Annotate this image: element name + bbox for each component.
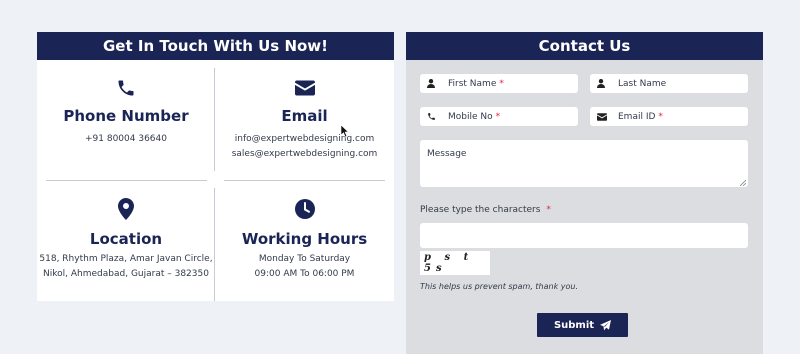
horizontal-divider	[224, 180, 385, 181]
captcha-label-text: Please type the characters	[420, 205, 541, 215]
user-icon	[427, 79, 439, 88]
mobile-placeholder: Mobile No	[448, 111, 493, 122]
contact-info-heading: Get In Touch With Us Now!	[37, 32, 394, 60]
captcha-input[interactable]	[420, 223, 748, 248]
phone-icon	[427, 112, 439, 121]
email-field[interactable]: Email ID *	[590, 107, 748, 126]
contact-form-panel: Contact Us First Name * Last Name Mobile…	[406, 32, 763, 354]
first-name-field[interactable]: First Name *	[420, 74, 578, 93]
envelope-icon	[294, 77, 315, 99]
hours-days: Monday To Saturday	[258, 254, 351, 264]
phone-icon	[116, 77, 136, 99]
message-textarea[interactable]: Message	[420, 140, 748, 187]
horizontal-divider	[46, 180, 207, 181]
hours-card: Working Hours Monday To Saturday 09:00 A…	[215, 198, 394, 282]
submit-label: Submit	[553, 319, 595, 331]
resize-handle-icon[interactable]	[739, 179, 747, 187]
required-mark: *	[546, 205, 551, 215]
phone-title: Phone Number	[63, 107, 189, 125]
required-mark: *	[499, 78, 504, 89]
contact-form-heading: Contact Us	[406, 32, 763, 60]
address-line-2: Nikol, Ahmedabad, Gujarat – 382350	[43, 269, 209, 279]
last-name-placeholder: Last Name	[618, 78, 667, 89]
envelope-icon	[597, 112, 609, 121]
mouse-cursor-icon	[340, 123, 350, 142]
email-sales-link[interactable]: sales@expertwebdesigning.com	[232, 147, 378, 162]
last-name-field[interactable]: Last Name	[590, 74, 748, 93]
contact-info-panel: Get In Touch With Us Now! Phone Number +…	[37, 32, 394, 301]
required-mark: *	[495, 111, 501, 122]
required-mark: *	[658, 111, 663, 122]
email-card: Email info@expertwebdesigning.com sales@…	[215, 77, 394, 162]
hours-time: 09:00 AM To 06:00 PM	[254, 269, 355, 279]
captcha-image: p s t 5s	[420, 251, 490, 275]
phone-card: Phone Number +91 80004 36640	[37, 77, 215, 147]
contact-info-grid: Phone Number +91 80004 36640 Email info@…	[37, 60, 394, 301]
email-placeholder: Email ID	[618, 111, 656, 122]
clock-icon	[294, 198, 315, 220]
user-icon	[597, 79, 609, 88]
mobile-field[interactable]: Mobile No *	[420, 107, 578, 126]
submit-button[interactable]: Submit	[537, 313, 628, 337]
email-title: Email	[281, 107, 328, 125]
map-pin-icon	[118, 198, 134, 220]
phone-number[interactable]: +91 80004 36640	[85, 132, 167, 147]
captcha-label: Please type the characters *	[420, 205, 551, 215]
hours-title: Working Hours	[241, 230, 368, 248]
captcha-note: This helps us prevent spam, thank you.	[420, 282, 578, 291]
location-title: Location	[89, 230, 163, 248]
address-line-1: 518, Rhythm Plaza, Amar Javan Circle,	[39, 254, 213, 264]
email-info-link[interactable]: info@expertwebdesigning.com	[235, 132, 375, 147]
message-placeholder: Message	[427, 149, 467, 159]
paper-plane-icon	[600, 319, 612, 331]
location-card: Location 518, Rhythm Plaza, Amar Javan C…	[37, 198, 215, 282]
first-name-placeholder: First Name	[448, 78, 497, 89]
